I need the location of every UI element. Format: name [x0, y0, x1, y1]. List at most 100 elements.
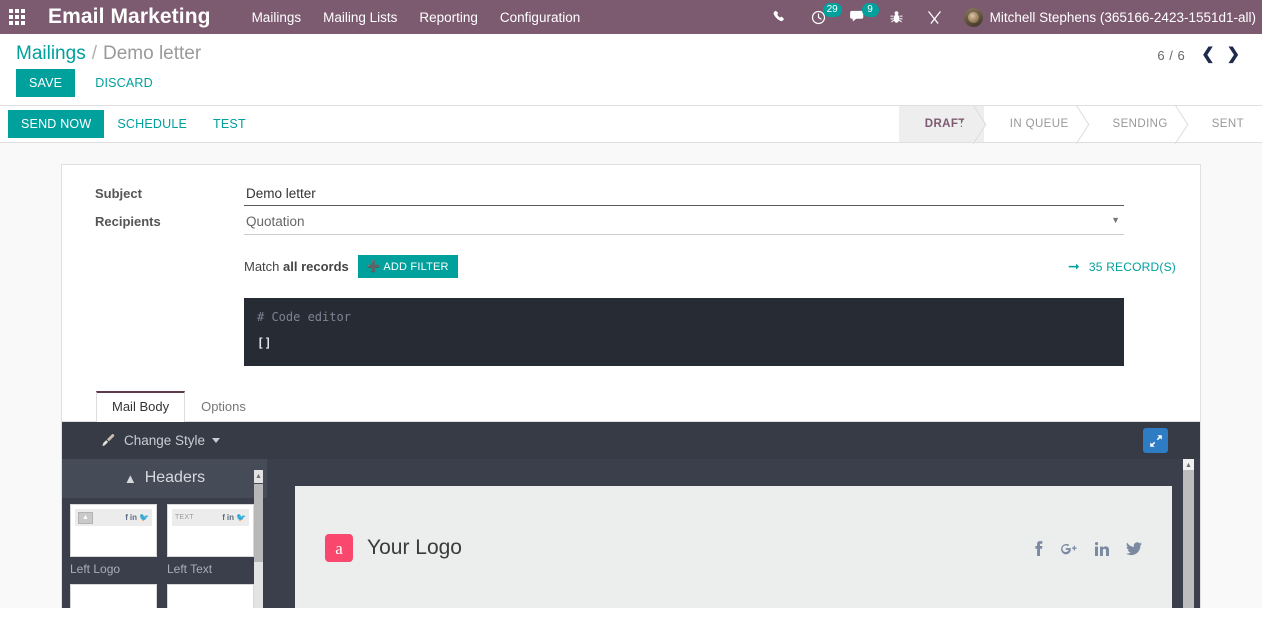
linkedin-icon: in [226, 513, 235, 522]
preview-scrollbar-thumb[interactable] [1183, 470, 1194, 608]
send-now-button[interactable]: SEND NOW [8, 110, 105, 138]
snippet-thumbnail [70, 584, 157, 608]
snippets-grid: ▲ f in 🐦 Left Logo TEXT f in 🐦 Left Text [62, 498, 267, 608]
avatar [963, 7, 983, 27]
discard-button[interactable]: DISCARD [83, 70, 165, 96]
main-menu: Mailings Mailing Lists Reporting Configu… [241, 3, 592, 32]
filter-row-wrapper: Match all records ➕ ADD FILTER ➞ 35 RECO… [86, 241, 1176, 366]
match-text: Match all records [244, 259, 349, 274]
breadcrumb-current: Demo letter [102, 43, 202, 64]
domain-code-editor[interactable]: # Code editor [] [244, 298, 1124, 366]
form-sheet: Subject Recipients ▼ Match [61, 164, 1201, 608]
add-filter-button[interactable]: ➕ ADD FILTER [357, 255, 458, 278]
schedule-button[interactable]: SCHEDULE [104, 110, 200, 138]
snippets-scroll-up-icon[interactable]: ▲ [254, 470, 263, 483]
snippets-section-headers[interactable]: ▲ Headers [62, 459, 267, 498]
control-panel: Mailings / Demo letter 6 / 6 ❮ ❯ SAVE DI… [0, 34, 1262, 106]
subject-label: Subject [95, 186, 142, 201]
recipients-row: Recipients ▼ [86, 212, 1176, 235]
save-button[interactable]: SAVE [16, 69, 76, 97]
breadcrumb-row: Mailings / Demo letter 6 / 6 ❮ ❯ [0, 34, 1262, 65]
twitter-icon[interactable] [1126, 541, 1142, 559]
breadcrumb-parent-link[interactable]: Mailings [16, 43, 86, 65]
snippet-text-placeholder: TEXT [175, 514, 194, 521]
arrow-right-icon: ➞ [1067, 258, 1080, 274]
snippets-scrollbar[interactable] [254, 484, 263, 608]
snippet-row2-right[interactable] [167, 584, 254, 608]
user-name-label: Mitchell Stephens (365166-2423-1551d1-al… [989, 9, 1256, 25]
phone-icon[interactable] [761, 0, 799, 34]
debug-bug-icon[interactable] [878, 0, 915, 34]
menu-item-reporting[interactable]: Reporting [408, 3, 489, 32]
email-header-block: a Your Logo [295, 486, 1172, 608]
breadcrumb: Mailings / Demo letter [16, 43, 201, 65]
snippet-thumbnail: ▲ f in 🐦 [70, 504, 157, 557]
status-step-in-queue[interactable]: IN QUEUE [983, 106, 1087, 142]
snippet-left-logo[interactable]: ▲ f in 🐦 Left Logo [70, 504, 157, 576]
email-preview-page[interactable]: a Your Logo [295, 486, 1172, 608]
image-placeholder-icon: ▲ [78, 511, 93, 524]
expand-arrows-icon[interactable] [1143, 428, 1168, 453]
editor-toolbar: Change Style [62, 422, 1200, 459]
facebook-icon[interactable] [1034, 541, 1043, 559]
records-count-label: 35 RECORD(S) [1088, 259, 1176, 274]
menu-item-mailing-lists[interactable]: Mailing Lists [312, 3, 408, 32]
caret-down-icon [212, 438, 221, 443]
pager-previous-icon[interactable]: ❮ [1195, 47, 1220, 63]
pager-next-icon[interactable]: ❯ [1221, 47, 1246, 63]
snippets-section-label: Headers [144, 469, 206, 486]
record-action-buttons: SAVE DISCARD [0, 65, 1262, 105]
facebook-icon: f [125, 513, 128, 522]
statusbar-row: SEND NOW SCHEDULE TEST DRAFT IN QUEUE SE… [0, 106, 1262, 143]
domain-filter-row: Match all records ➕ ADD FILTER ➞ 35 RECO… [244, 255, 1176, 278]
main-content-area: Subject Recipients ▼ Match [0, 143, 1262, 608]
status-step-draft[interactable]: DRAFT [898, 106, 984, 142]
tab-mail-body[interactable]: Mail Body [96, 391, 186, 422]
subject-input[interactable] [244, 185, 1124, 206]
twitter-icon: 🐦 [139, 513, 149, 522]
snippet-left-text[interactable]: TEXT f in 🐦 Left Text [167, 504, 254, 576]
status-step-sending[interactable]: SENDING [1086, 106, 1186, 142]
code-editor-content: [] [257, 336, 272, 350]
menu-item-mailings[interactable]: Mailings [241, 3, 313, 32]
pager-value: 6 / 6 [1157, 47, 1186, 63]
match-prefix: Match [244, 259, 284, 274]
mailing-form: Subject Recipients ▼ Match [86, 185, 1176, 366]
records-count-link[interactable]: ➞ 35 RECORD(S) [1068, 258, 1176, 275]
messages-counter-badge: 9 [861, 3, 879, 17]
activity-clock-icon[interactable]: 29 [799, 0, 842, 34]
test-button[interactable]: TEST [200, 110, 259, 138]
menu-item-configuration[interactable]: Configuration [489, 3, 591, 32]
messages-icon[interactable]: 9 [838, 0, 879, 34]
snippet-thumbnail [167, 584, 254, 608]
status-pipeline: DRAFT IN QUEUE SENDING SENT [898, 106, 1262, 142]
snippet-thumbnail: TEXT f in 🐦 [167, 504, 254, 557]
developer-tools-icon[interactable] [915, 0, 954, 34]
logo-block[interactable]: a Your Logo [325, 534, 462, 562]
snippet-row2-left[interactable] [70, 584, 157, 608]
logo-mark-icon: a [325, 534, 353, 562]
apps-grid-icon[interactable] [0, 0, 34, 34]
recipients-select[interactable] [244, 212, 1124, 235]
plus-icon: ➕ [366, 261, 381, 273]
tab-options[interactable]: Options [185, 392, 262, 422]
logo-text-label: Your Logo [367, 536, 462, 559]
status-step-sent[interactable]: SENT [1185, 106, 1262, 142]
linkedin-icon[interactable] [1094, 541, 1109, 559]
change-style-label: Change Style [124, 433, 206, 448]
breadcrumb-separator: / [91, 43, 97, 64]
snippet-social-icons: f in 🐦 [125, 513, 149, 522]
preview-social-icons [1034, 541, 1142, 559]
record-pager: 6 / 6 ❮ ❯ [1157, 47, 1246, 63]
paintbrush-icon [100, 433, 115, 448]
snippets-scrollbar-thumb[interactable] [254, 484, 263, 562]
linkedin-icon: in [129, 513, 138, 522]
match-strong: all records [283, 259, 349, 274]
top-navbar: Email Marketing Mailings Mailing Lists R… [0, 0, 1262, 34]
change-style-dropdown[interactable]: Change Style [62, 433, 221, 448]
user-menu[interactable]: Mitchell Stephens (365166-2423-1551d1-al… [954, 7, 1262, 27]
preview-scrollbar[interactable] [1183, 470, 1194, 608]
google-plus-icon[interactable] [1060, 542, 1078, 559]
recipients-label: Recipients [95, 214, 161, 229]
navbar-right-tools: 29 9 Mitchell Stephens (365166-2423-1551… [761, 0, 1262, 34]
